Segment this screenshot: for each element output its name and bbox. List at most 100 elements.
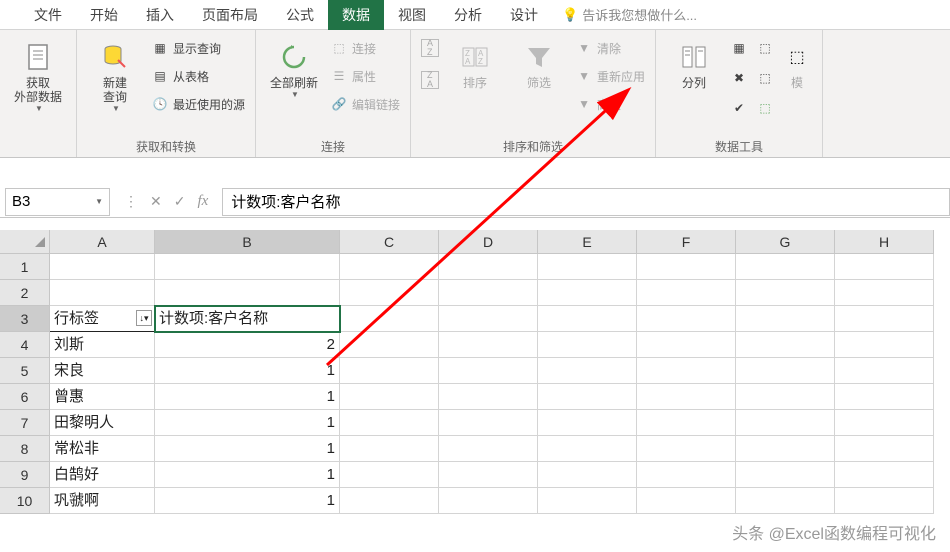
tab-view[interactable]: 视图	[384, 0, 440, 30]
cell[interactable]	[835, 436, 934, 462]
row-header[interactable]: 8	[0, 436, 50, 462]
cell[interactable]	[538, 254, 637, 280]
tool-button-2[interactable]: ✖	[730, 66, 748, 90]
cell[interactable]	[340, 488, 439, 514]
col-header-e[interactable]: E	[538, 230, 637, 254]
col-header-h[interactable]: H	[835, 230, 934, 254]
pivot-count-header[interactable]: 计数项:客户名称	[155, 306, 340, 332]
cell[interactable]	[835, 332, 934, 358]
cell[interactable]	[736, 332, 835, 358]
cell[interactable]	[538, 384, 637, 410]
row-header[interactable]: 2	[0, 280, 50, 306]
cell[interactable]	[637, 410, 736, 436]
name-box[interactable]: B3 ▼	[5, 188, 110, 216]
cell[interactable]	[439, 306, 538, 332]
cell[interactable]: 1	[155, 384, 340, 410]
col-header-b[interactable]: B	[155, 230, 340, 254]
show-queries-button[interactable]: ▦显示查询	[151, 36, 245, 60]
cell[interactable]	[736, 436, 835, 462]
cell[interactable]: 1	[155, 462, 340, 488]
col-header-d[interactable]: D	[439, 230, 538, 254]
cell[interactable]	[835, 254, 934, 280]
cell[interactable]	[439, 280, 538, 306]
row-header[interactable]: 3	[0, 306, 50, 332]
recent-sources-button[interactable]: 🕓最近使用的源	[151, 92, 245, 116]
col-header-f[interactable]: F	[637, 230, 736, 254]
pivot-row-label-header[interactable]: 行标签 ↓▾	[50, 306, 155, 332]
cell[interactable]	[637, 462, 736, 488]
cell[interactable]	[538, 332, 637, 358]
enter-icon[interactable]: ✓	[174, 193, 186, 210]
cell[interactable]	[538, 488, 637, 514]
tool-button-6[interactable]: ⬚	[756, 96, 774, 120]
cell[interactable]	[835, 358, 934, 384]
tool-button-5[interactable]: ⬚	[756, 66, 774, 90]
cell[interactable]	[736, 462, 835, 488]
cell[interactable]	[736, 306, 835, 332]
sort-button[interactable]: ZAAZ 排序	[447, 36, 503, 90]
cell[interactable]	[736, 280, 835, 306]
dropdown-icon[interactable]: ⋮	[124, 193, 138, 210]
properties-button[interactable]: ☰属性	[330, 64, 400, 88]
cell[interactable]	[340, 384, 439, 410]
cell[interactable]	[637, 332, 736, 358]
cell[interactable]	[835, 410, 934, 436]
tool-button-4[interactable]: ⬚	[756, 36, 774, 60]
cell[interactable]: 2	[155, 332, 340, 358]
cell[interactable]	[340, 306, 439, 332]
row-header[interactable]: 5	[0, 358, 50, 384]
cell[interactable]	[637, 358, 736, 384]
cell[interactable]	[439, 462, 538, 488]
advanced-button[interactable]: ▼高级	[575, 92, 645, 116]
connections-button[interactable]: ⬚连接	[330, 36, 400, 60]
cell[interactable]	[538, 306, 637, 332]
select-all-corner[interactable]	[0, 230, 50, 254]
cell[interactable]: 田黎明人	[50, 410, 155, 436]
tab-formulas[interactable]: 公式	[272, 0, 328, 30]
cell[interactable]	[50, 254, 155, 280]
fx-icon[interactable]: fx	[197, 193, 208, 210]
cell[interactable]: 刘斯	[50, 332, 155, 358]
cell[interactable]	[736, 410, 835, 436]
cell[interactable]	[736, 358, 835, 384]
col-header-c[interactable]: C	[340, 230, 439, 254]
cell[interactable]: 1	[155, 488, 340, 514]
sort-desc-button[interactable]: ZA	[421, 68, 439, 92]
tool-button-3[interactable]: ✔	[730, 96, 748, 120]
row-header[interactable]: 7	[0, 410, 50, 436]
cell[interactable]	[736, 488, 835, 514]
cell[interactable]	[538, 436, 637, 462]
tab-file[interactable]: 文件	[20, 0, 76, 30]
tab-insert[interactable]: 插入	[132, 0, 188, 30]
cell[interactable]: 1	[155, 358, 340, 384]
cell[interactable]	[340, 280, 439, 306]
cell[interactable]: 曾惠	[50, 384, 155, 410]
tab-layout[interactable]: 页面布局	[188, 0, 272, 30]
cell[interactable]	[439, 410, 538, 436]
row-header[interactable]: 10	[0, 488, 50, 514]
cell[interactable]	[835, 384, 934, 410]
cell[interactable]	[835, 306, 934, 332]
sort-asc-button[interactable]: AZ	[421, 36, 439, 60]
cell[interactable]	[50, 280, 155, 306]
cell[interactable]: 宋良	[50, 358, 155, 384]
cell[interactable]	[835, 280, 934, 306]
cell[interactable]	[340, 410, 439, 436]
refresh-all-button[interactable]: 全部刷新 ▼	[266, 36, 322, 99]
formula-input[interactable]: 计数项:客户名称	[222, 188, 950, 216]
tell-me-input[interactable]: 💡 告诉我您想做什么...	[562, 5, 697, 24]
row-header[interactable]: 4	[0, 332, 50, 358]
tool-button-1[interactable]: ▦	[730, 36, 748, 60]
cell[interactable]	[340, 462, 439, 488]
col-header-g[interactable]: G	[736, 230, 835, 254]
cell[interactable]	[538, 462, 637, 488]
cancel-icon[interactable]: ✕	[150, 193, 162, 210]
filter-dropdown-icon[interactable]: ↓▾	[136, 310, 152, 326]
cell[interactable]	[736, 254, 835, 280]
cell[interactable]	[637, 254, 736, 280]
cell[interactable]	[538, 280, 637, 306]
get-external-data-button[interactable]: 获取外部数据 ▼	[10, 36, 66, 113]
new-query-button[interactable]: 新建查询 ▼	[87, 36, 143, 113]
cell[interactable]: 巩虢啊	[50, 488, 155, 514]
cell[interactable]: 常松非	[50, 436, 155, 462]
